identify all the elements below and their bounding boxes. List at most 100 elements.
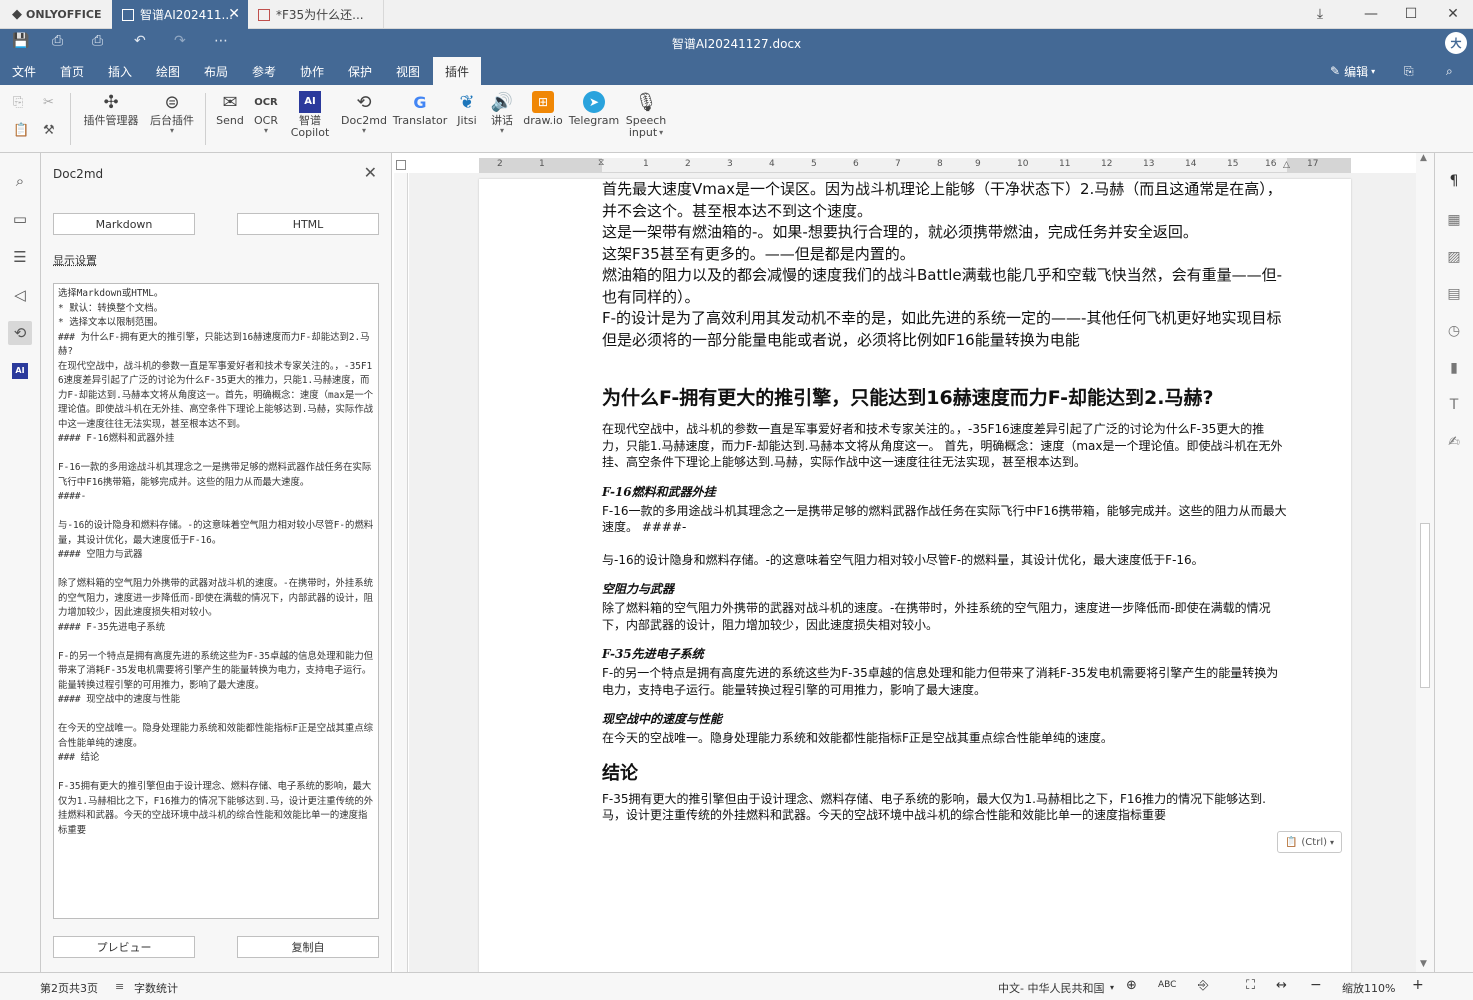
zoom-level[interactable]: 缩放110% [1342,980,1395,996]
scrollbar-thumb[interactable] [1420,523,1430,688]
download-icon[interactable]: ⤓ [1308,4,1332,24]
plugin-manager-button[interactable]: ✣ 插件管理器 [80,89,142,127]
format-painter-icon[interactable]: ⚒ [43,123,55,138]
jitsi-button[interactable]: ❦ Jitsi [452,89,482,127]
ruler-label: 15 [1227,159,1239,169]
search-icon[interactable]: ⌕ [8,169,32,193]
tab-stop-selector[interactable] [396,160,406,170]
speech-button[interactable]: 🔊 讲话 ▾ [486,89,518,135]
right-sidebar: ¶ ▦ ▨ ▤ ◷ ▮ T ✍ [1434,153,1473,972]
close-icon[interactable]: ✕ [228,6,240,22]
send-label: Send [216,114,244,127]
clipboard-icon: 📋 [1284,836,1298,848]
ai-chip-icon[interactable]: AI [8,359,32,383]
send-button[interactable]: ✉ Send [212,89,248,127]
scroll-down-icon[interactable]: ▼ [1420,959,1427,969]
display-settings-link[interactable]: 显示设置 [53,252,97,268]
shape-settings-icon[interactable]: ◷ [1442,319,1466,343]
app-home-tab[interactable]: ◆ ONLYOFFICE [0,0,112,29]
close-window-button[interactable]: ✕ [1441,4,1465,24]
track-changes-icon[interactable]: ⎆ [1198,978,1208,993]
speaker-icon[interactable]: ◁ [8,283,32,307]
drawio-button[interactable]: ⊞ draw.io [522,89,564,127]
toggle-icon: ⊜ [164,91,180,113]
maximize-button[interactable]: ☐ [1399,4,1423,24]
spell-check-icon[interactable]: ABC [1158,980,1176,990]
paste-icon[interactable]: 📋 [13,123,29,138]
markdown-button[interactable]: Markdown [53,213,195,235]
open-file-location-icon[interactable]: ⎘ [1396,57,1422,85]
heading-3: 现空战中的速度与性能 [602,712,723,726]
avatar[interactable]: 大 [1445,32,1467,54]
telegram-button[interactable]: ➤ Telegram [568,89,620,127]
html-button[interactable]: HTML [237,213,379,235]
signature-icon[interactable]: ✍ [1442,430,1466,454]
copy-button[interactable]: 复制自 [237,936,379,958]
cut-icon[interactable]: ✂ [43,95,54,110]
menu-draw[interactable]: 绘图 [148,57,188,85]
paragraph-marks-icon[interactable]: ¶ [1442,169,1466,193]
text-art-icon[interactable]: T [1442,393,1466,417]
navigation-icon[interactable]: ☰ [8,245,32,269]
document-title: 智谱AI20241127.docx [671,37,802,51]
document-content[interactable]: 首先最大速度Vmax是一个误区。因为战斗机理论上能够（干净状态下）2.马赫（而且… [602,179,1287,824]
scroll-up-icon[interactable]: ▲ [1420,153,1427,163]
doc2md-button[interactable]: ⟲ Doc2md ▾ [340,89,388,135]
zoom-out-button[interactable]: − [1310,977,1322,993]
right-indent-marker[interactable]: △ [1283,160,1290,170]
document-page[interactable]: 首先最大速度Vmax是一个误区。因为战斗机理论上能够（干净状态下）2.马赫（而且… [479,179,1351,972]
fit-width-icon[interactable]: ↔ [1276,978,1287,993]
image-settings-icon[interactable]: ▨ [1442,245,1466,269]
ai-chip-icon: AI [297,89,323,115]
edit-mode-button[interactable]: ✎ 编辑 ▾ [1322,57,1383,85]
page-indicator[interactable]: 第2页共3页 [40,980,98,996]
menu-insert[interactable]: 插入 [100,57,140,85]
menu-references[interactable]: 参考 [244,57,284,85]
doc2md-icon[interactable]: ⟲ [8,321,32,345]
menu-collaboration[interactable]: 协作 [292,57,332,85]
menu-file[interactable]: 文件 [4,57,44,85]
markdown-output-textarea[interactable]: 选择Markdown或HTML。 * 默认：转换整个文档。 * 选择文本以限制范… [53,283,379,919]
menu-protection[interactable]: 保护 [340,57,380,85]
preview-button[interactable]: プレビュー [53,936,195,958]
indent-marker[interactable]: ⧖ [598,158,604,168]
word-count-icon[interactable]: ≡ [115,980,124,993]
panel-title: Doc2md [53,167,104,181]
zoom-in-button[interactable]: + [1412,977,1424,993]
copy-icon[interactable]: ⎘ [13,95,23,110]
ruler-label: 10 [1017,159,1029,169]
chart-settings-icon[interactable]: ▮ [1442,356,1466,380]
ocr-button[interactable]: OCR OCR ▾ [250,89,282,135]
menu-view[interactable]: 视图 [388,57,428,85]
presentation-icon [258,8,270,21]
fit-page-icon[interactable]: ⛶ [1246,978,1255,993]
language-selector[interactable]: 中文- 中华人民共和国 [998,980,1104,996]
document-workarea: 首先最大速度Vmax是一个误区。因为战斗机理论上能够（干净状态下）2.马赫（而且… [409,173,1416,972]
speech-input-button[interactable]: 🎙 Speech input ▾ [624,89,668,139]
translator-button[interactable]: G Translator [392,89,448,127]
speaker-icon: 🔊 [490,91,514,113]
table-settings-icon[interactable]: ▦ [1442,208,1466,232]
menu-layout[interactable]: 布局 [196,57,236,85]
vertical-scrollbar[interactable]: ▲ ▼ [1416,153,1434,972]
header-footer-icon[interactable]: ▤ [1442,282,1466,306]
tab-document-1[interactable]: 智谱AI202411... ✕ [112,0,248,29]
chevron-down-icon: ▾ [1110,983,1115,992]
background-plugins-button[interactable]: ⊜ 后台插件 ▾ [146,89,198,135]
close-icon[interactable]: ✕ [364,163,377,182]
globe-icon[interactable]: ⊕ [1126,978,1137,993]
paste-special-label: (Ctrl) [1301,836,1328,848]
title-bar: ◆ ONLYOFFICE 智谱AI202411... ✕ *F35为什么还...… [0,0,1473,29]
plugin-manager-label: 插件管理器 [83,114,139,127]
menu-home[interactable]: 首页 [52,57,92,85]
tab-document-2[interactable]: *F35为什么还... [248,0,384,29]
menu-plugins[interactable]: 插件 [433,57,481,85]
paste-special-button[interactable]: 📋 (Ctrl) ▾ [1277,831,1342,853]
chevron-down-icon: ▾ [659,128,664,137]
word-count-button[interactable]: 字数统计 [134,980,178,996]
minimize-button[interactable]: — [1359,4,1383,24]
search-icon[interactable]: ⌕ [1438,57,1461,85]
puzzle-icon: ✣ [103,91,119,113]
comments-icon[interactable]: ▭ [8,207,32,231]
zhipu-copilot-button[interactable]: AI 智谱 Copilot [286,89,334,139]
